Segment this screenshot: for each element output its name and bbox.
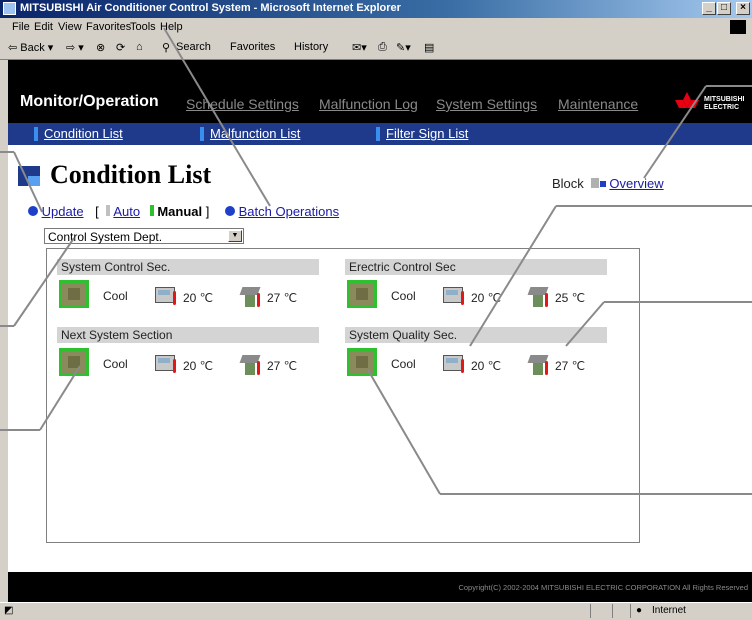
page-footer: Copyright(C) 2002-2004 MITSUBISHI ELECTR… bbox=[8, 572, 752, 602]
callout-lines bbox=[0, 27, 752, 495]
page-status-icon: ◩ bbox=[4, 605, 14, 616]
status-bar: ◩ ● Internet bbox=[0, 602, 752, 620]
zone-label: Internet bbox=[652, 605, 686, 616]
copyright-text: Copyright(C) 2002-2004 MITSUBISHI ELECTR… bbox=[458, 583, 748, 592]
globe-icon: ● bbox=[636, 605, 643, 616]
